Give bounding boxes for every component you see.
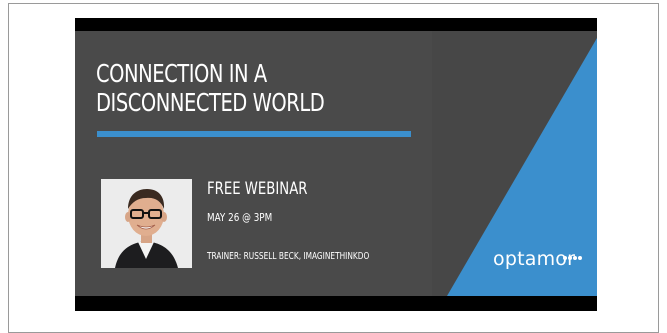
event-type-label: FREE WEBINAR bbox=[207, 179, 308, 199]
webinar-slide: CONNECTION IN A DISCONNECTED WORLD FREE … bbox=[75, 31, 597, 296]
trainer-portrait-image bbox=[101, 179, 192, 268]
trainer-photo bbox=[101, 179, 192, 268]
title-underline-bar bbox=[97, 131, 411, 137]
video-player[interactable]: CONNECTION IN A DISCONNECTED WORLD FREE … bbox=[75, 18, 597, 311]
optamor-logo: optamor bbox=[491, 245, 587, 281]
event-date: MAY 26 @ 3PM bbox=[207, 211, 273, 224]
slide-title: CONNECTION IN A DISCONNECTED WORLD bbox=[96, 59, 325, 117]
logo-wordmark: optamor bbox=[493, 248, 576, 270]
trainer-credit: TRAINER: RUSSELL BECK, IMAGINETHINKDO bbox=[207, 251, 370, 262]
